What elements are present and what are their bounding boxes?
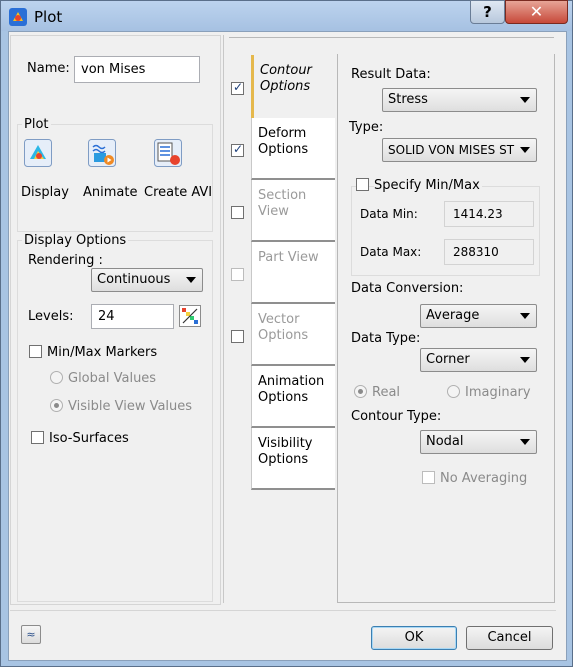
section-view-checkbox[interactable]: [231, 206, 244, 219]
window-title: Plot: [34, 8, 63, 26]
name-input[interactable]: von Mises: [74, 56, 200, 83]
type-label: Type:: [349, 120, 384, 135]
close-button[interactable]: ✕: [505, 0, 568, 24]
animate-icon[interactable]: [88, 139, 116, 167]
tab-part-view[interactable]: Part View: [251, 242, 335, 304]
imaginary-radio[interactable]: [447, 385, 460, 398]
display-label: Display: [21, 185, 69, 200]
data-type-value: Corner: [426, 352, 470, 367]
levels-input[interactable]: 24: [91, 304, 174, 329]
display-options-group: [17, 240, 213, 602]
display-options-title: Display Options: [22, 233, 129, 248]
result-data-select[interactable]: Stress: [382, 88, 537, 112]
display-icon[interactable]: [24, 139, 52, 167]
specify-minmax-label: Specify Min/Max: [374, 178, 482, 193]
chevron-down-icon: [520, 313, 530, 319]
pane-divider: [223, 35, 224, 603]
app-icon: [9, 8, 27, 26]
double-chevron-up-icon: ≈: [26, 628, 36, 641]
result-data-label: Result Data:: [351, 67, 431, 82]
tab-section-view[interactable]: Section View: [251, 180, 335, 242]
chevron-down-icon: [520, 439, 530, 445]
part-view-checkbox[interactable]: [231, 268, 244, 281]
contour-type-label: Contour Type:: [351, 409, 442, 424]
type-select[interactable]: SOLID VON MISES ST: [382, 138, 537, 162]
tab-deform-options[interactable]: Deform Options: [251, 118, 335, 180]
imaginary-label: Imaginary: [465, 385, 531, 400]
create-avi-icon[interactable]: [154, 139, 182, 167]
minmax-markers-label: Min/Max Markers: [47, 345, 158, 360]
tab-animation-options[interactable]: Animation Options: [251, 366, 335, 428]
deform-options-checkbox[interactable]: [231, 142, 244, 157]
minmax-markers-checkbox[interactable]: [29, 345, 42, 358]
contour-type-select[interactable]: Nodal: [420, 430, 537, 454]
data-max-label: Data Max:: [360, 245, 422, 259]
data-conversion-value: Average: [426, 308, 480, 323]
name-label: Name:: [27, 61, 70, 76]
data-min-label: Data Min:: [360, 207, 418, 221]
help-button[interactable]: ?: [470, 0, 505, 24]
result-data-value: Stress: [388, 92, 428, 107]
chevron-down-icon: [520, 357, 530, 363]
animate-label: Animate: [83, 185, 138, 200]
type-value: SOLID VON MISES ST: [388, 143, 515, 157]
cancel-button[interactable]: Cancel: [466, 626, 553, 650]
specify-minmax-checkbox[interactable]: [356, 178, 369, 191]
no-averaging-checkbox[interactable]: [422, 471, 435, 484]
contour-type-value: Nodal: [426, 434, 464, 449]
data-type-label: Data Type:: [351, 331, 421, 346]
tab-contour-options[interactable]: Contour Options: [251, 55, 335, 118]
real-label: Real: [372, 385, 401, 400]
levels-label: Levels:: [28, 309, 74, 324]
levels-color-button[interactable]: [179, 305, 201, 327]
chevron-down-icon: [520, 97, 530, 103]
data-max-field[interactable]: 288310: [444, 239, 534, 265]
ok-button[interactable]: OK: [371, 626, 457, 650]
iso-surfaces-label: Iso-Surfaces: [49, 431, 129, 446]
contour-options-checkbox[interactable]: [231, 80, 244, 95]
vector-options-checkbox[interactable]: [231, 330, 244, 343]
no-averaging-label: No Averaging: [440, 471, 528, 486]
rendering-select[interactable]: Continuous: [91, 268, 203, 292]
data-conversion-select[interactable]: Average: [420, 304, 537, 328]
chevron-down-icon: [520, 147, 530, 153]
tab-vector-options[interactable]: Vector Options: [251, 304, 335, 366]
data-type-select[interactable]: Corner: [420, 348, 537, 372]
global-values-radio[interactable]: [50, 371, 63, 384]
color-scale-icon: [182, 308, 198, 324]
real-radio[interactable]: [354, 385, 367, 398]
data-min-field[interactable]: 1414.23: [444, 201, 534, 227]
rendering-select-value: Continuous: [97, 272, 171, 287]
expand-button[interactable]: ≈: [21, 625, 41, 644]
chevron-down-icon: [186, 277, 196, 283]
tabs-header: [229, 37, 554, 55]
rendering-label: Rendering :: [28, 253, 103, 268]
contour-options-panel: [337, 54, 555, 603]
visible-view-values-label: Visible View Values: [68, 399, 193, 414]
tab-visibility-options[interactable]: Visibility Options: [251, 428, 335, 490]
global-values-label: Global Values: [68, 371, 157, 386]
create-avi-label: Create AVI: [144, 185, 213, 200]
data-conversion-label: Data Conversion:: [351, 281, 464, 296]
iso-surfaces-checkbox[interactable]: [31, 431, 44, 444]
visible-view-values-radio[interactable]: [50, 399, 63, 412]
plot-group-title: Plot: [22, 117, 51, 132]
footer-divider: [10, 610, 556, 611]
